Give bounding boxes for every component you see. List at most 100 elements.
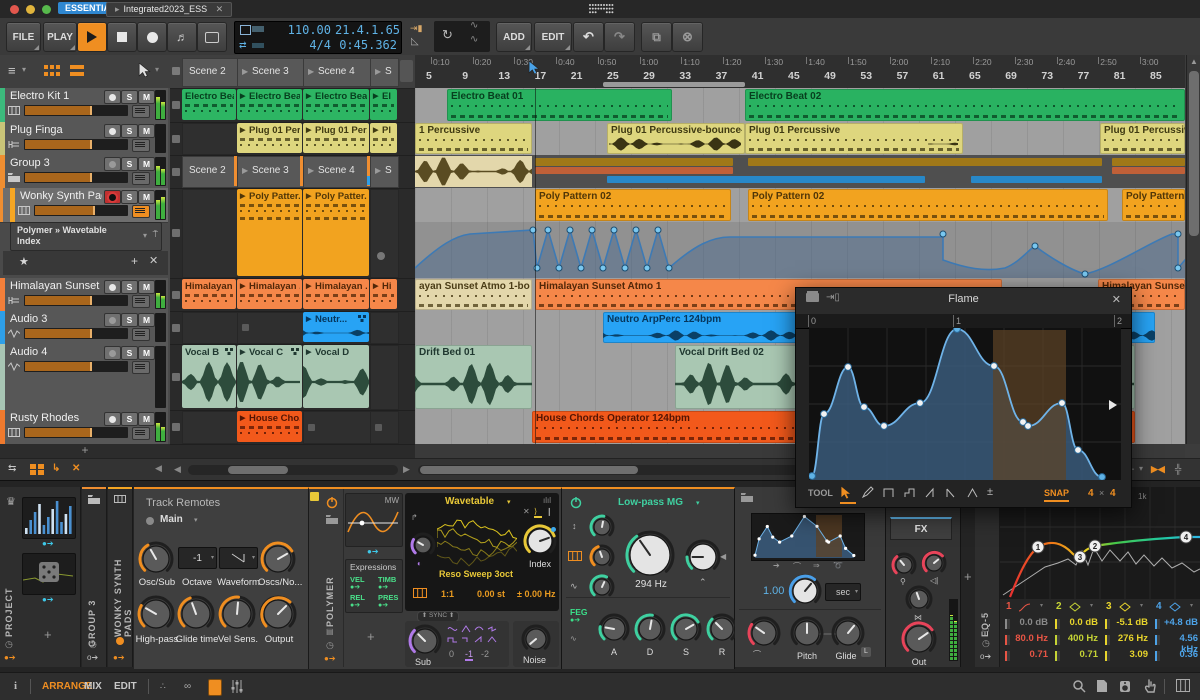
folder-icon[interactable] — [326, 515, 338, 524]
remote-select-Octave[interactable]: -1 ▾ — [178, 547, 217, 569]
curve-icon[interactable]: ⌒ — [753, 649, 761, 660]
snap-grid-y[interactable]: 4 — [1110, 488, 1116, 499]
clip-play-icon[interactable]: ▶ — [306, 192, 311, 200]
timeline-icon[interactable]: ◷ — [982, 638, 990, 649]
clip-stop-button[interactable] — [172, 167, 180, 176]
mod-out-icon[interactable]: ●➔ — [367, 547, 379, 556]
volume-slider[interactable] — [24, 427, 128, 438]
track-options-button[interactable] — [132, 205, 150, 218]
arranger-clip[interactable]: Electro Beat 01 — [447, 89, 672, 121]
empty-clip-slot[interactable] — [237, 312, 304, 344]
launcher-clip[interactable]: ▶ Vocal C — [237, 345, 302, 408]
flame-tool-triangle-icon[interactable] — [966, 486, 982, 502]
view-tab-edit[interactable]: EDIT — [114, 681, 137, 692]
filter-env-icon[interactable]: ∿ — [570, 581, 578, 592]
sub-knob[interactable] — [408, 624, 442, 658]
remote-knob-Output[interactable] — [259, 595, 297, 633]
wavetable-preset-name[interactable]: Reso Sweep 3oct — [439, 569, 513, 579]
eq-band-type-icon[interactable] — [1068, 602, 1082, 612]
remote-knob-Vel Sens.[interactable] — [218, 595, 256, 633]
sub-octave-0[interactable]: 0 — [449, 649, 454, 659]
launcher-hscrollbar[interactable] — [188, 465, 398, 475]
empty-clip-slot[interactable] — [370, 345, 399, 410]
eq-band-1[interactable]: 1 ▾ 0.0 dB 80.0 Hz 0.71 — [1002, 599, 1050, 667]
mute-button[interactable]: M — [138, 412, 155, 426]
eq-gain-value[interactable]: -5.1 dB — [1110, 617, 1148, 628]
filter-type-select[interactable]: Low-pass MG — [618, 497, 683, 508]
feg-env-icon[interactable]: ∿ — [570, 634, 577, 643]
wonky-strip[interactable]: WONKY SYNTH PADS ●➔ — [108, 487, 133, 667]
clip-play-icon[interactable]: ▶ — [373, 92, 378, 100]
onscreen-keyboard-icon[interactable] — [1176, 679, 1190, 694]
launcher-clip[interactable]: ▶ Vocal D — [303, 345, 369, 408]
seg-loop-icon[interactable]: ➰ — [833, 561, 843, 570]
power-icon[interactable] — [570, 497, 582, 509]
record-arm-button[interactable] — [104, 90, 121, 104]
unison-3[interactable]: ❙ — [546, 507, 553, 516]
record-arm-button[interactable] — [104, 190, 121, 204]
solo-button[interactable]: S — [121, 124, 138, 138]
scroll-up-icon[interactable]: ▲ — [1190, 57, 1198, 66]
wt-phase-icon[interactable]: ◐ — [417, 559, 422, 568]
clip-stop-button[interactable] — [172, 423, 180, 431]
add-modulator-button[interactable]: + — [367, 629, 375, 644]
group3-strip[interactable]: GROUP 3 ◷ o➔ — [82, 487, 107, 667]
arranger-clip[interactable]: Plug 01 Percussive — [745, 123, 963, 154]
flame-tool-ramp-up-icon[interactable] — [924, 486, 940, 502]
speaker-icon[interactable]: ◁| — [930, 576, 938, 585]
mod-out-icon[interactable]: ●➔ — [42, 539, 54, 548]
track-row-wonky[interactable]: Wonky Synth Pads SM — [0, 188, 168, 223]
device-selector-caret-icon[interactable]: ▾ — [143, 231, 147, 240]
track-options-button[interactable] — [132, 427, 150, 440]
segments-thumbnail[interactable] — [751, 513, 865, 561]
chain-icon[interactable]: ●➔ — [324, 654, 336, 663]
record-arm-button[interactable] — [104, 412, 121, 426]
clip-stop-button[interactable] — [172, 373, 180, 381]
feg-knob-R[interactable] — [706, 613, 738, 645]
clip-stop-button[interactable] — [172, 101, 180, 109]
clip-stop-button[interactable] — [172, 134, 180, 143]
device-selector-pin-icon[interactable]: ⍑ — [153, 229, 158, 240]
track-options-button[interactable] — [132, 172, 150, 185]
expression-arrow-icon[interactable]: ●➔ — [350, 583, 360, 591]
remote-select-Waveform[interactable]: ▾ — [219, 547, 258, 569]
track-menu-icon[interactable]: ≡ — [8, 63, 16, 78]
zoom-caret-icon[interactable]: ▾ — [1139, 464, 1143, 473]
flame-ruler[interactable]: 0 1 2 — [796, 314, 1131, 329]
select-caret-icon[interactable]: ▾ — [252, 554, 255, 561]
io-pill-icon[interactable]: ∞ — [184, 681, 191, 692]
undo-button[interactable]: ↶ — [573, 22, 604, 52]
add-device-button[interactable]: + — [964, 569, 972, 584]
play-button[interactable] — [77, 22, 107, 52]
filter-mod2-knob[interactable] — [589, 544, 615, 570]
loop-region-bar[interactable] — [603, 82, 745, 87]
track-options-button[interactable] — [132, 139, 150, 152]
clip-play-icon[interactable]: ▶ — [373, 126, 378, 134]
scene-header-4[interactable]: ▶ Scene 4 — [303, 58, 371, 87]
launcher-clip[interactable]: ▶ El — [370, 89, 397, 120]
clip-stop-button[interactable] — [172, 229, 180, 237]
mute-button[interactable]: M — [138, 157, 155, 171]
volume-slider[interactable] — [24, 295, 128, 306]
stop-button[interactable] — [107, 22, 137, 52]
noise-knob[interactable] — [521, 624, 551, 654]
tempo-bar-icon[interactable] — [252, 43, 264, 48]
scene-play-icon[interactable]: ▶ — [308, 166, 314, 175]
empty-clip-slot[interactable] — [303, 411, 371, 444]
group-scene-cell[interactable]: ▶ S — [370, 156, 399, 188]
clip-play-icon[interactable]: ▶ — [240, 92, 245, 100]
select-caret-icon[interactable]: ▾ — [211, 554, 214, 561]
spectrum-thumbnail[interactable] — [22, 497, 76, 539]
eq-freq-value[interactable]: 276 Hz — [1110, 633, 1148, 644]
scene-header-2[interactable]: Scene 2 — [182, 58, 238, 87]
arranger-vscrollbar[interactable]: ▲ — [1186, 55, 1200, 444]
redo-button[interactable]: ↷ — [604, 22, 635, 52]
launcher-clip[interactable]: ▶ Himalayan ... — [303, 279, 369, 309]
feg-knob-A[interactable] — [598, 613, 630, 645]
traffic-close-button[interactable] — [10, 5, 19, 14]
crossfade-bottom-icon[interactable]: ∿ — [470, 34, 478, 45]
clip-stop-button[interactable] — [172, 290, 180, 299]
clip-play-icon[interactable]: ▶ — [306, 92, 311, 100]
launcher-record-button[interactable] — [197, 22, 227, 52]
flame-tool-rect-icon[interactable] — [882, 486, 898, 502]
